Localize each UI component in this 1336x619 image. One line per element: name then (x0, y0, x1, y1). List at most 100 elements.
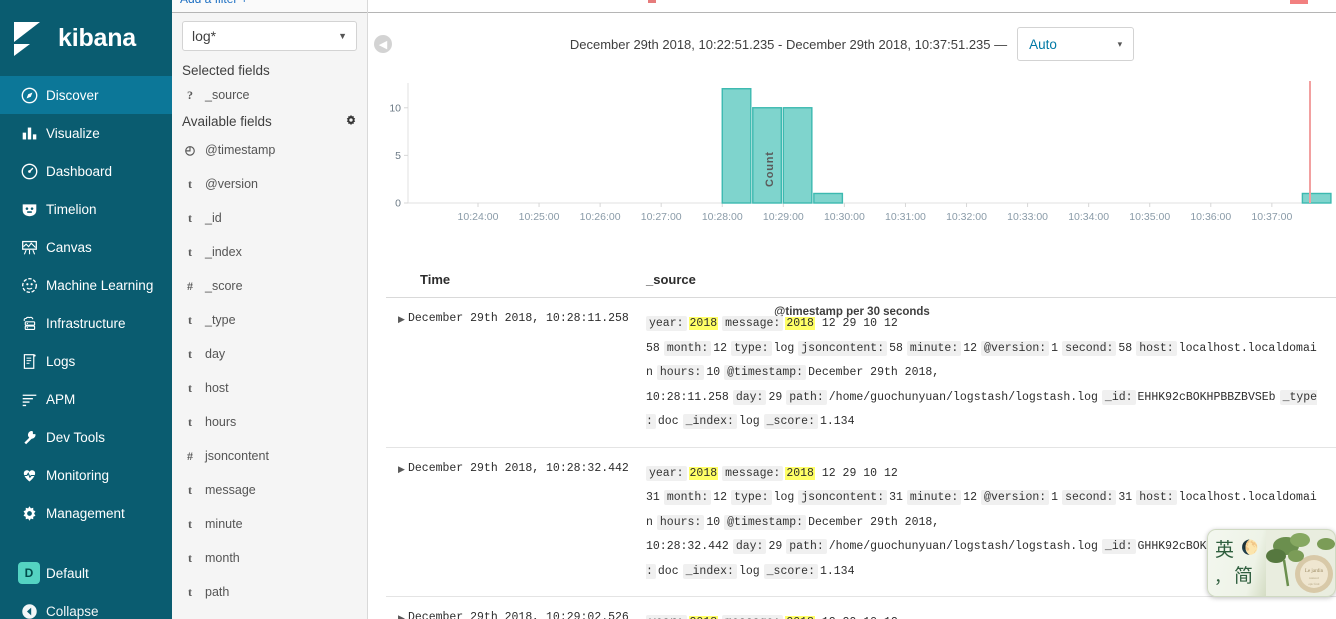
field-key: _index: (682, 414, 737, 429)
field-row[interactable]: t _id (172, 201, 367, 235)
field-row[interactable]: t path (172, 575, 367, 609)
column-header-source[interactable]: _source (646, 272, 1336, 287)
field-key: day: (732, 539, 767, 554)
cell-time: December 29th 2018, 10:29:02.526 (408, 611, 629, 619)
field-key: message: (722, 615, 784, 619)
index-pattern-value: log* (192, 28, 217, 44)
kibana-logo[interactable]: kibana (0, 0, 172, 76)
sidebar-item-timelion[interactable]: Timelion (0, 190, 172, 228)
sidebar-item-monitoring[interactable]: Monitoring (0, 456, 172, 494)
x-tick-label: 10:36:00 (1190, 211, 1231, 223)
sidebar-item-space-default[interactable]: D Default (0, 554, 172, 592)
field-type-icon: t (188, 550, 192, 565)
field-row[interactable]: t host (172, 371, 367, 405)
moon-icon[interactable]: 🌔 (1241, 539, 1258, 556)
field-value: 2018 (687, 466, 723, 480)
table-row[interactable]: ▶ December 29th 2018, 10:28:11.258 year: 20… (386, 298, 1336, 448)
search-highlight: 2018 (785, 466, 815, 480)
x-tick-label: 10:26:00 (580, 211, 621, 223)
field-type-icon: # (187, 448, 193, 463)
x-tick-label: 10:34:00 (1068, 211, 1109, 223)
x-tick-label: 10:25:00 (519, 211, 560, 223)
field-name: @version (205, 177, 258, 191)
field-name: _type (205, 313, 236, 327)
field-value: /home/guochunyuan/logstash/logstash.log (828, 390, 1098, 404)
field-type-icon: t (188, 380, 192, 395)
sidebar-item-apm[interactable]: APM (0, 380, 172, 418)
sidebar-item-canvas[interactable]: Canvas (0, 228, 172, 266)
field-key: month: (663, 490, 712, 505)
y-tick-label: 0 (395, 198, 401, 210)
chevron-left-circle-icon (12, 603, 46, 619)
sidebar-item-label: Logs (46, 353, 76, 369)
space-label: Default (46, 565, 89, 581)
field-row[interactable]: t hours (172, 405, 367, 439)
interval-value: Auto (1029, 36, 1057, 52)
add-filter-link[interactable]: Add a filter + (180, 0, 248, 6)
field-row-source[interactable]: ? _source (172, 82, 367, 108)
histogram-svg[interactable]: 0 5 10 10:24:00 10:25:00 10:26:00 10:27:00 10:2… (368, 75, 1334, 240)
field-panel: Add a filter + log* ▼ Selected fields ? … (172, 0, 368, 619)
field-key: message: (722, 316, 784, 331)
top-edge-artifact (1290, 0, 1308, 4)
expand-row-icon[interactable]: ▶ (386, 462, 408, 585)
sidebar-item-machine-learning[interactable]: Machine Learning (0, 266, 172, 304)
field-key: _id: (1101, 389, 1136, 405)
histogram-bar[interactable] (721, 88, 752, 204)
column-header-time[interactable]: Time (386, 272, 646, 287)
apm-icon (12, 391, 46, 408)
expand-row-icon[interactable]: ▶ (386, 312, 408, 435)
sidebar-item-visualize[interactable]: Visualize (0, 114, 172, 152)
time-range-label[interactable]: December 29th 2018, 10:22:51.235 - Decem… (570, 37, 1007, 52)
field-row[interactable]: t _type (172, 303, 367, 337)
ime-punct-label[interactable]: ， (1214, 563, 1231, 588)
table-row[interactable]: ▶December 29th 2018, 10:29:02.526 year:20… (386, 597, 1336, 619)
cell-time: December 29th 2018, 10:28:32.442 (408, 461, 629, 475)
gear-icon[interactable] (345, 114, 357, 129)
sidebar-item-discover[interactable]: Discover (0, 76, 172, 114)
interval-select[interactable]: Auto ▾ (1017, 27, 1135, 61)
field-value: log (773, 341, 795, 355)
field-type-icon: t (188, 176, 192, 191)
field-row[interactable]: t _index (172, 235, 367, 269)
field-value: 2018 (687, 317, 723, 330)
sidebar-item-infrastructure[interactable]: Infrastructure (0, 304, 172, 342)
field-name: message (205, 483, 256, 497)
field-row[interactable]: # _score (172, 269, 367, 303)
field-value: /home/guochunyuan/logstash/logstash.log (828, 540, 1098, 553)
sidebar-item-dashboard[interactable]: Dashboard (0, 152, 172, 190)
space-avatar: D (12, 562, 46, 584)
field-row[interactable]: t month (172, 541, 367, 575)
field-row[interactable]: ◴ @timestamp (172, 133, 367, 167)
field-row[interactable]: # jsoncontent (172, 439, 367, 473)
chevron-left-circle-icon[interactable]: ◀ (374, 35, 392, 53)
field-key: @version: (981, 490, 1050, 505)
ime-mode-label[interactable]: 英 (1215, 535, 1234, 562)
index-pattern-select[interactable]: log* ▼ (182, 21, 357, 51)
field-row[interactable]: t day (172, 337, 367, 371)
field-row[interactable]: t @version (172, 167, 367, 201)
chevron-down-icon: ▾ (1117, 38, 1123, 49)
field-row[interactable]: t minute (172, 507, 367, 541)
histogram-bar[interactable] (1301, 192, 1332, 204)
sidebar-item-label: Discover (46, 87, 99, 103)
field-row[interactable]: t message (172, 473, 367, 507)
table-row[interactable]: ▶ December 29th 2018, 10:28:32.442 year: 20… (386, 448, 1336, 597)
sidebar-collapse-button[interactable]: Collapse (0, 592, 172, 619)
ime-floating-widget[interactable]: 英 🌔 ， 简 Le jardin naturel epic fruit (1207, 529, 1336, 597)
main-content: ◀ December 29th 2018, 10:22:51.235 - Dec… (368, 0, 1336, 619)
field-key: second: (1062, 340, 1117, 356)
main-top-strip (368, 0, 1336, 13)
sidebar-item-management[interactable]: Management (0, 494, 172, 532)
field-key: host: (1136, 490, 1177, 505)
sidebar-item-logs[interactable]: Logs (0, 342, 172, 380)
expand-row-icon[interactable]: ▶ (386, 611, 408, 619)
field-value: EHHK92cBOKHPBBZBVSEb (1137, 390, 1276, 404)
field-name: path (205, 585, 230, 599)
histogram-bar[interactable] (813, 192, 844, 204)
ime-script-label[interactable]: 简 (1234, 561, 1253, 588)
sidebar-item-dev-tools[interactable]: Dev Tools (0, 418, 172, 456)
field-value: 58 (889, 341, 903, 355)
histogram-bar[interactable] (782, 107, 813, 204)
field-name: host (205, 381, 229, 395)
